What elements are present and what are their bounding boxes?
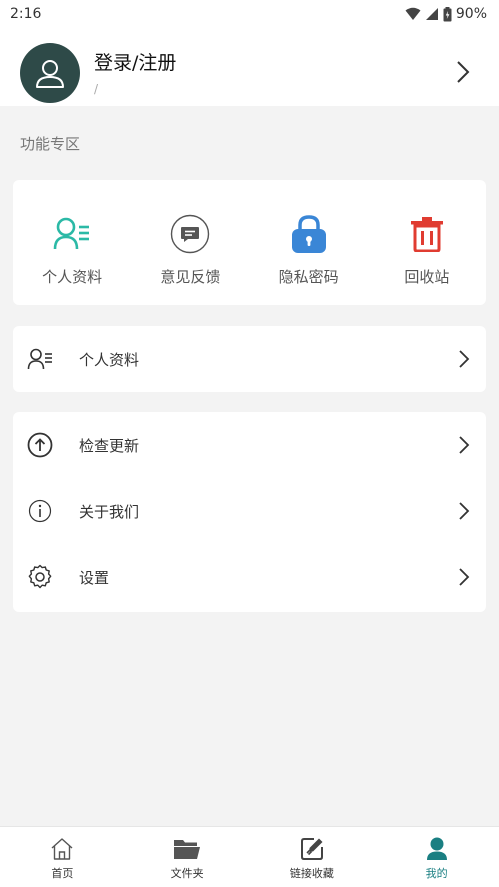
- quick-action-label: 隐私密码: [278, 268, 339, 286]
- lock-icon: [291, 214, 327, 254]
- quick-action-label: 个人资料: [42, 268, 103, 286]
- quick-action-label: 意见反馈: [160, 268, 221, 286]
- chevron-right-icon: [458, 501, 470, 525]
- chevron-right-icon: [458, 349, 470, 373]
- signal-icon: [425, 7, 439, 21]
- tab-link-collection[interactable]: 链接收藏: [250, 827, 375, 887]
- tab-home[interactable]: 首页: [0, 827, 125, 887]
- menu-item-label: 关于我们: [79, 502, 140, 521]
- gear-icon: [27, 564, 53, 590]
- menu-item-label: 个人资料: [79, 350, 140, 369]
- quick-action-privacy[interactable]: 隐私密码: [250, 180, 368, 305]
- menu-card-general: 检查更新 关于我们 设置: [13, 412, 486, 612]
- tab-folder[interactable]: 文件夹: [125, 827, 250, 887]
- quick-actions-card: 个人资料 意见反馈 隐私密码 回收站: [13, 180, 486, 305]
- tab-label: 我的: [425, 867, 448, 880]
- link-edit-icon: [300, 837, 324, 861]
- chevron-right-icon: [458, 567, 470, 591]
- upload-circle-icon: [27, 432, 53, 458]
- chevron-right-icon: [458, 435, 470, 459]
- wifi-icon: [405, 7, 421, 21]
- quick-action-feedback[interactable]: 意见反馈: [131, 180, 249, 305]
- tab-label: 首页: [51, 867, 74, 880]
- quick-action-label: 回收站: [404, 268, 450, 286]
- menu-item-label: 检查更新: [79, 436, 140, 455]
- menu-item-check-update[interactable]: 检查更新: [13, 412, 486, 478]
- avatar[interactable]: [20, 43, 80, 103]
- menu-item-label: 设置: [79, 568, 110, 587]
- folder-icon: [173, 837, 201, 861]
- info-icon: [27, 498, 53, 524]
- user-icon: [426, 837, 448, 861]
- tab-label: 文件夹: [170, 867, 204, 880]
- menu-card-profile: 个人资料: [13, 326, 486, 392]
- chevron-right-icon[interactable]: [456, 60, 470, 88]
- profile-subtitle: /: [94, 82, 99, 96]
- section-title: 功能专区: [20, 135, 81, 153]
- profile-header[interactable]: 登录/注册 /: [0, 28, 499, 106]
- battery-icon: [443, 6, 452, 22]
- status-time: 2:16: [10, 6, 42, 22]
- profile-icon: [53, 214, 91, 254]
- status-bar: 2:16 90%: [0, 0, 499, 28]
- home-icon: [50, 837, 74, 861]
- tab-mine[interactable]: 我的: [374, 827, 499, 887]
- status-indicators: 90%: [405, 6, 487, 22]
- feedback-icon: [170, 214, 210, 254]
- trash-icon: [410, 214, 444, 254]
- login-register-link[interactable]: 登录/注册: [94, 48, 176, 75]
- tab-label: 链接收藏: [289, 867, 334, 880]
- menu-item-profile[interactable]: 个人资料: [13, 326, 486, 392]
- menu-item-settings[interactable]: 设置: [13, 544, 486, 610]
- battery-percent: 90%: [455, 6, 487, 22]
- bottom-tab-bar: 首页 文件夹 链接收藏 我的: [0, 826, 499, 887]
- quick-action-trash[interactable]: 回收站: [368, 180, 486, 305]
- profile-icon: [27, 346, 53, 372]
- avatar-person-icon: [36, 60, 64, 88]
- menu-item-about[interactable]: 关于我们: [13, 478, 486, 544]
- quick-action-profile[interactable]: 个人资料: [13, 180, 131, 305]
